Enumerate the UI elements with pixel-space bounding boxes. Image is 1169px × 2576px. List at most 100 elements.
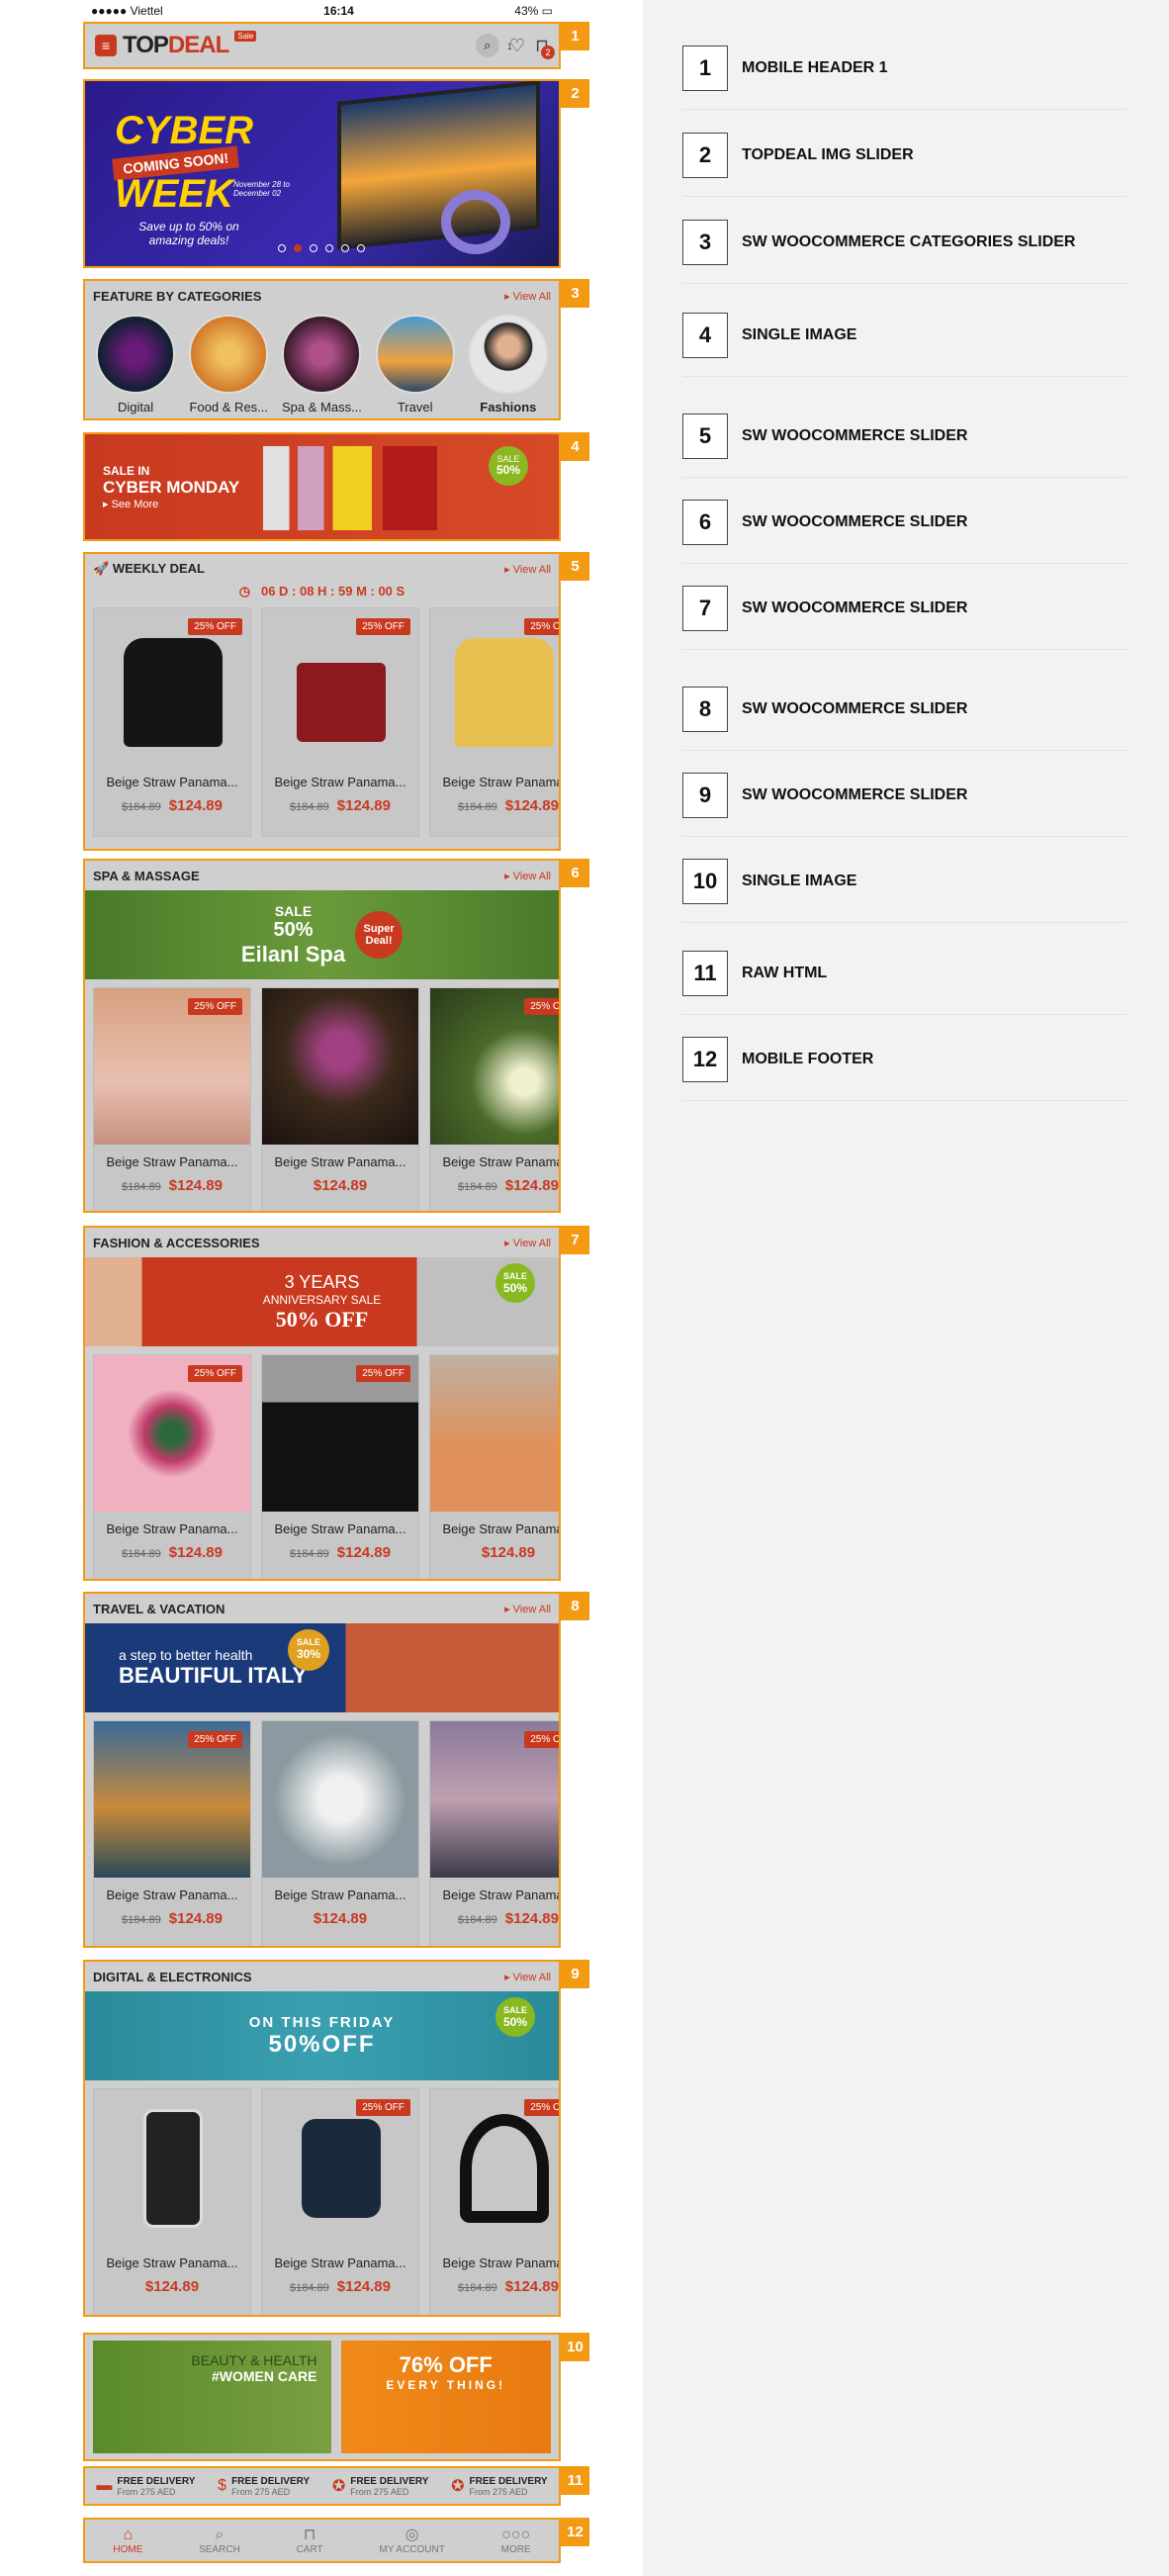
section-number-1: 1	[561, 22, 589, 50]
status-bar: ●●●●● Viettel 16:14 43% ▭	[83, 0, 561, 22]
travel-slider: TRAVEL & VACATION View All a step to bet…	[83, 1592, 561, 1948]
category-item[interactable]: Food & Res...	[186, 315, 271, 414]
off-banner[interactable]: 76% OFF EVERY THING!	[340, 2341, 551, 2453]
product-card[interactable]: 25% OFFBeige Straw Panama...$184.89$124.…	[261, 2088, 419, 2315]
section-number-12: 12	[561, 2518, 589, 2546]
product-card[interactable]: 25% OFFBeige Straw Panama...$184.89$124.…	[261, 607, 419, 837]
product-image	[94, 2089, 250, 2246]
section-number-7: 7	[561, 1226, 589, 1254]
footer-more[interactable]: ○○○ MORE	[501, 2527, 531, 2555]
section-number-9: 9	[561, 1960, 589, 1988]
category-item[interactable]: Digital	[93, 315, 178, 414]
discount-badge: 25% OFF	[524, 618, 559, 635]
banner-text-1: SALE IN	[103, 464, 150, 478]
view-all-link[interactable]: View All	[504, 1603, 551, 1615]
legend-row: 8 SW WOOCOMMERCE SLIDER	[682, 687, 1127, 751]
product-image	[430, 1355, 559, 1512]
cart-count-badge: 2	[541, 45, 555, 59]
countdown: ◷ 06 D : 08 H : 59 M : 00 S	[238, 584, 405, 598]
product-name: Beige Straw Panama...	[274, 775, 406, 789]
legend-row: 4 SINGLE IMAGE	[682, 313, 1127, 377]
product-card[interactable]: 25% OFFBeige Straw Panama...$184.89$124.…	[93, 1720, 251, 1946]
product-card[interactable]: 25% OFFBeige Straw Panama...$184.89$124.…	[429, 1720, 559, 1946]
legend-row: 10 SINGLE IMAGE	[682, 859, 1127, 923]
discount-badge: 25% OFF	[356, 618, 410, 635]
legend-row: 12 MOBILE FOOTER	[682, 1037, 1127, 1101]
sale-circle: SALE 50%	[489, 446, 528, 486]
footer-home[interactable]: ⌂ HOME	[113, 2527, 142, 2555]
category-item[interactable]: Travel	[373, 315, 458, 414]
free-delivery-item: ▬ FREE DELIVERY From 275 AED	[96, 2475, 196, 2497]
img-slider[interactable]: CYBER COMING SOON! WEEK November 28 to D…	[83, 79, 561, 268]
cart-icon: ⊓	[303, 2526, 316, 2543]
brand-logo[interactable]: TOPDEAL	[123, 32, 229, 59]
more-icon: ○○○	[501, 2526, 531, 2543]
product-image	[262, 1721, 418, 1878]
search-icon: ⌕	[215, 2526, 225, 2543]
search-icon[interactable]: ⌕	[475, 34, 499, 57]
category-item[interactable]: Spa & Mass...	[279, 315, 364, 414]
digital-slider: DIGITAL & ELECTRONICS View All ON THIS F…	[83, 1960, 561, 2317]
product-card[interactable]: Beige Straw Panama...$124.89	[93, 2088, 251, 2315]
product-card[interactable]: 25% OFFBeige Straw Panama...$184.89$124.…	[93, 1354, 251, 1579]
product-card[interactable]: Beige Straw Panama...$124.89	[261, 1720, 419, 1946]
cart-icon[interactable]: ⊓ 2	[535, 36, 555, 59]
product-card[interactable]: 25% OFFBeige Straw Panama...$184.89$124.…	[429, 607, 559, 837]
view-all-link[interactable]: View All	[504, 870, 551, 882]
legend-row: 11 RAW HTML	[682, 951, 1127, 1015]
view-all-link[interactable]: View All	[504, 1237, 551, 1249]
product-name: Beige Straw Panama...	[442, 775, 559, 789]
single-image-cyber-monday[interactable]: SALE IN CYBER MONDAY ▸ See More SALE 50%	[83, 432, 561, 541]
legend-row: 5 SW WOOCOMMERCE SLIDER	[682, 414, 1127, 478]
product-card[interactable]: 25% OFFBeige Straw Panama...$184.89$124.…	[261, 1354, 419, 1579]
product-card[interactable]: Beige Straw Panama...$124.89	[429, 1354, 559, 1579]
discount-badge: 25% OFF	[188, 618, 242, 635]
view-all-link[interactable]: View All	[504, 1971, 551, 1983]
beauty-banner[interactable]: BEAUTY & HEALTH #WOMEN CARE	[93, 2341, 331, 2453]
categories-slider: FEATURE BY CATEGORIES View All Digital F…	[83, 279, 561, 420]
footer-account[interactable]: ◎ MY ACCOUNT	[379, 2527, 445, 2555]
weekly-deal-slider: 🚀 WEEKLY DEAL View All ◷ 06 D : 08 H : 5…	[83, 552, 561, 851]
award-icon: ✪	[451, 2478, 465, 2495]
category-item[interactable]: Fashions	[466, 315, 551, 414]
product-card[interactable]: 25% OFFBeige Straw Panama...$184.89$124.…	[93, 607, 251, 837]
digital-banner[interactable]: ON THIS FRIDAY 50%OFF SALE 50%	[85, 1991, 559, 2080]
banner-text-2: CYBER MONDAY	[103, 478, 240, 497]
product-image	[262, 988, 418, 1145]
category-image	[96, 315, 176, 394]
products-image	[263, 446, 481, 530]
product-card[interactable]: 25% OFFBeige Straw Panama...$184.89$124.…	[429, 987, 559, 1211]
free-delivery-item: $ FREE DELIVERY From 275 AED	[218, 2475, 311, 2497]
product-card[interactable]: 25% OFFBeige Straw Panama...$184.89$124.…	[93, 987, 251, 1211]
product-card[interactable]: Beige Straw Panama...$124.89	[261, 987, 419, 1211]
menu-icon[interactable]: ≡	[95, 35, 117, 56]
legend-row: 3 SW WOOCOMMERCE CATEGORIES SLIDER	[682, 220, 1127, 284]
product-list: 25% OFF Beige Straw Panama... $184.89 $124.…	[85, 979, 559, 1211]
sale-circle: SALE 30%	[288, 1629, 329, 1671]
view-all-link[interactable]: View All	[504, 563, 551, 576]
view-all-link[interactable]: View All	[504, 290, 551, 303]
spa-massage-slider: SPA & MASSAGE View All SALE 50% Eilanl S…	[83, 859, 561, 1213]
section-title: DIGITAL & ELECTRONICS	[93, 1969, 252, 1984]
home-icon: ⌂	[123, 2526, 134, 2543]
footer-cart[interactable]: ⊓ CART	[297, 2527, 323, 2555]
new-price: $124.89	[168, 797, 223, 814]
sale-tag: Sale	[234, 30, 257, 42]
legend-row: 2 TOPDEAL IMG SLIDER	[682, 133, 1127, 197]
free-delivery-item: ✪ FREE DELIVERY From 275 AED	[331, 2475, 429, 2497]
new-price: $124.89	[336, 797, 391, 814]
product-card[interactable]: 25% OFFBeige Straw Panama...$184.89$124.…	[429, 2088, 559, 2315]
travel-banner[interactable]: a step to better health BEAUTIFUL ITALY …	[85, 1623, 559, 1712]
footer-search[interactable]: ⌕ SEARCH	[199, 2527, 240, 2555]
section-title: SPA & MASSAGE	[93, 868, 200, 883]
see-more-link[interactable]: ▸ See More	[103, 498, 239, 510]
spa-banner[interactable]: SALE 50% Eilanl Spa Super Deal!	[85, 890, 559, 979]
section-number-8: 8	[561, 1592, 589, 1620]
product-list: Beige Straw Panama... $124.89 25% OFF Beig…	[85, 2080, 559, 2315]
wishlist-icon[interactable]: ♡ 1	[507, 36, 525, 56]
fashion-banner[interactable]: 3 YEARS ANNIVERSARY SALE 50% OFF SALE 50%	[85, 1257, 559, 1346]
section-title: FEATURE BY CATEGORIES	[93, 288, 262, 304]
award-icon: ✪	[331, 2478, 346, 2495]
super-deal-badge: Super Deal!	[355, 911, 404, 959]
slider-dots[interactable]	[278, 244, 365, 252]
